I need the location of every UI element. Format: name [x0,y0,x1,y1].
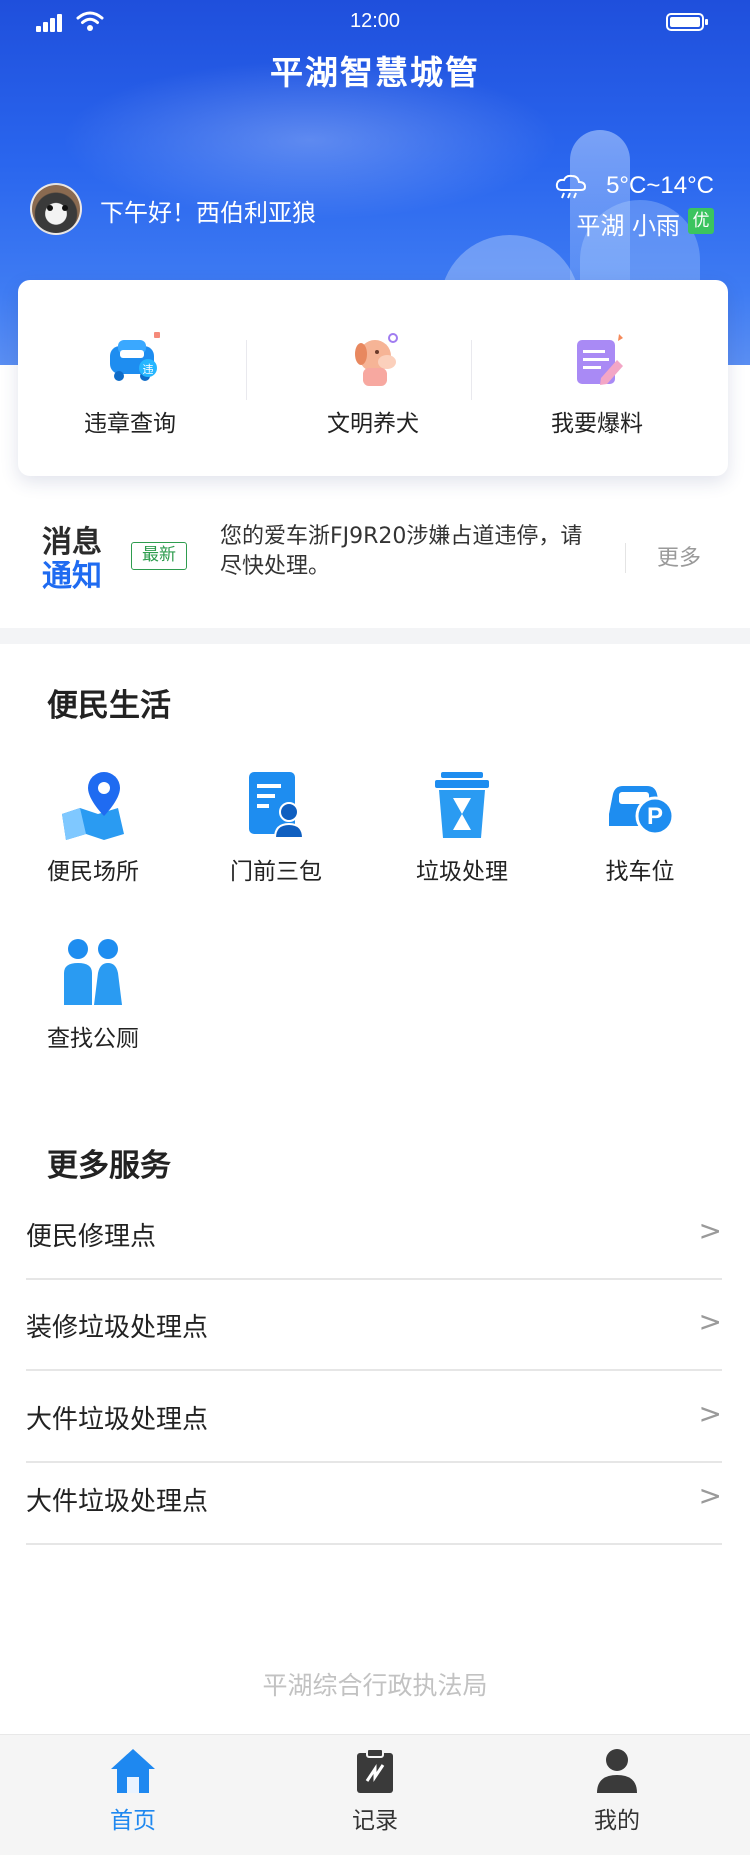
aqi-badge: 优 [688,208,714,234]
list-item-label: 大件垃圾处理点 [26,1487,209,1517]
svg-text:P: P [647,803,663,830]
list-item[interactable]: 大件垃圾处理点 > [26,1373,722,1463]
latest-badge: 最新 [131,542,187,570]
quick-action-report[interactable]: 我要爆料 [485,280,709,476]
service-label: 便民场所 [47,859,139,885]
status-time: 12:00 [349,10,401,32]
map-pin-icon [62,772,124,840]
chevron-right-icon: > [698,1214,722,1247]
chevron-right-icon: > [698,1397,722,1430]
toilet-people-icon [64,939,122,1005]
weather-temp: 5°C~14°C [606,172,714,199]
tab-label: 记录 [352,1808,398,1834]
list-item-label: 便民修理点 [26,1222,157,1252]
report-icon [577,334,623,385]
battery-icon [666,13,708,31]
records-icon [357,1748,393,1793]
quick-actions-card: 违 违章查询 文明养犬 我要爆料 [18,280,728,476]
notice-bar[interactable]: 消息 通知 最新 您的爱车浙FJ9R20涉嫌占道违停，请尽快处理。 更多 [0,500,750,628]
list-item[interactable]: 装修垃圾处理点 > [26,1281,722,1371]
dog-icon [355,333,398,386]
tab-label: 我的 [594,1808,640,1834]
avatar[interactable] [30,183,82,235]
greeting-text: 下午好！西伯利亚狼 [100,199,316,227]
svg-text:违: 违 [143,363,154,376]
home-icon [111,1749,155,1793]
tab-home[interactable]: 首页 [8,1735,258,1855]
chevron-right-icon: > [698,1479,722,1512]
quick-action-label: 违章查询 [84,411,176,437]
notice-title-line2: 通知 [42,559,102,594]
quick-action-label: 我要爆料 [551,411,643,437]
document-person-icon [249,772,305,839]
list-item-label: 装修垃圾处理点 [26,1313,209,1343]
tab-records[interactable]: 记录 [250,1735,500,1855]
service-label: 垃圾处理 [416,859,508,885]
list-item[interactable]: 便民修理点 > [26,1190,722,1280]
notice-message[interactable]: 您的爱车浙FJ9R20涉嫌占道违停，请尽快处理。 [220,522,600,582]
list-item[interactable]: 大件垃圾处理点 > [26,1455,722,1545]
quick-action-dog[interactable]: 文明养犬 [261,280,485,476]
tab-label: 首页 [110,1808,156,1834]
section-title-more: 更多服务 [47,1148,171,1184]
section-title-convenience: 便民生活 [47,688,171,724]
service-label: 查找公厕 [47,1026,139,1052]
car-violation-icon: 违 [110,332,160,381]
list-item-label: 大件垃圾处理点 [26,1405,209,1435]
service-label: 找车位 [605,859,675,885]
service-label: 门前三包 [230,859,322,885]
cloud-rain-icon [555,174,587,199]
quick-action-label: 文明养犬 [327,411,419,437]
footer-text: 平湖综合行政执法局 [262,1671,488,1700]
status-bar: 12:00 [0,0,750,44]
trash-bin-icon [435,772,489,838]
weather-location: 平湖 小雨 [576,212,680,240]
section-divider [0,628,750,644]
tab-mine[interactable]: 我的 [492,1735,742,1855]
chevron-right-icon: > [698,1305,722,1338]
parking-car-icon: P [609,786,675,836]
user-icon [597,1749,637,1793]
quick-action-violation[interactable]: 违 违章查询 [18,280,242,476]
tab-bar: 首页 记录 我的 [0,1734,750,1855]
notice-more-link[interactable]: 更多 [657,540,701,572]
app-title: 平湖智慧城管 [270,53,480,92]
